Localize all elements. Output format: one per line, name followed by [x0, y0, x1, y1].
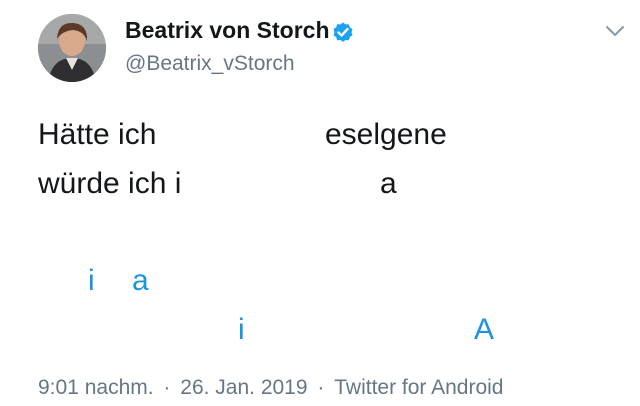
tweet-link-fragment[interactable]: i	[88, 266, 95, 296]
tweet-text-line2-start: würde ich i	[38, 167, 182, 200]
tweet-text-line1-start: Hätte ich	[38, 118, 157, 151]
meta-separator: ·	[317, 376, 325, 399]
avatar[interactable]	[38, 14, 106, 82]
tweet-source[interactable]: Twitter for Android	[334, 376, 503, 400]
meta-separator: ·	[163, 376, 171, 399]
avatar-image	[38, 14, 106, 82]
tweet-link-fragment[interactable]: i	[238, 315, 245, 345]
verified-badge-icon	[333, 22, 353, 42]
tweet-card: Beatrix von Storch @Beatrix_vStorch Hätt…	[0, 0, 640, 406]
chevron-down-icon[interactable]	[604, 22, 626, 40]
tweet-metadata: 9:01 nachm. · 26. Jan. 2019 · Twitter fo…	[38, 376, 503, 400]
tweet-time[interactable]: 9:01 nachm.	[38, 376, 154, 400]
tweet-text-line1-end: eselgene	[325, 118, 447, 151]
tweet-text-line2-end: a	[380, 167, 397, 200]
tweet-link-fragment[interactable]: a	[132, 266, 149, 296]
tweet-date[interactable]: 26. Jan. 2019	[180, 376, 307, 400]
author-display-name[interactable]: Beatrix von Storch	[125, 17, 330, 44]
tweet-link-fragment[interactable]: A	[474, 315, 494, 345]
author-handle[interactable]: @Beatrix_vStorch	[125, 52, 295, 76]
